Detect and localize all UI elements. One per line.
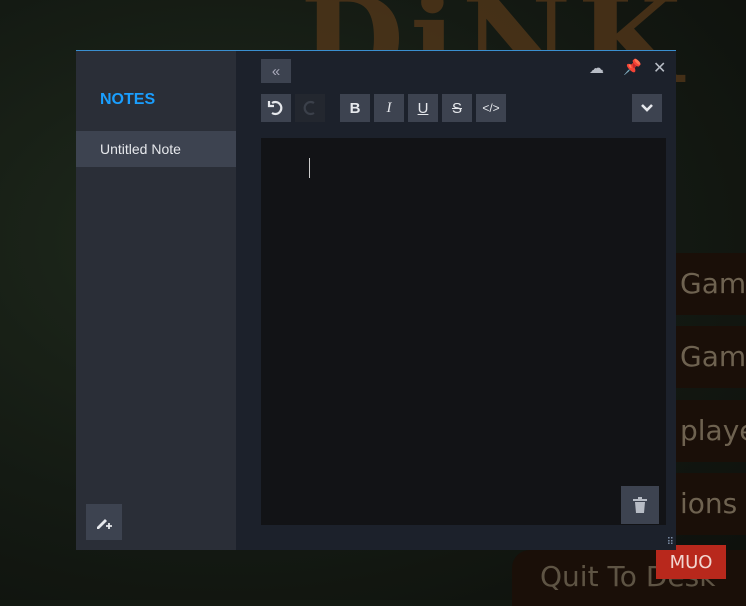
note-list-item[interactable]: Untitled Note bbox=[76, 131, 236, 167]
more-options-button[interactable] bbox=[632, 94, 662, 122]
undo-button[interactable] bbox=[261, 94, 291, 122]
bold-button[interactable]: B bbox=[340, 94, 370, 122]
italic-button[interactable]: I bbox=[374, 94, 404, 122]
delete-note-button[interactable] bbox=[621, 486, 659, 524]
code-button[interactable]: </> bbox=[476, 94, 506, 122]
pencil-plus-icon bbox=[97, 519, 112, 529]
note-editor-area: « ☁ 📌 ✕ B I U S </> ⠿ bbox=[236, 51, 676, 550]
undo-icon bbox=[267, 100, 283, 116]
collapse-sidebar-button[interactable]: « bbox=[261, 59, 291, 83]
notes-sidebar: NOTES Untitled Note bbox=[76, 51, 236, 550]
game-menu-item: Gam bbox=[676, 326, 746, 388]
new-note-button[interactable] bbox=[86, 504, 122, 540]
game-menu-item: Gam bbox=[676, 253, 746, 315]
text-caret bbox=[309, 158, 310, 178]
underline-button[interactable]: U bbox=[408, 94, 438, 122]
chevron-down-icon bbox=[641, 104, 653, 112]
redo-button[interactable] bbox=[295, 94, 325, 122]
close-button[interactable]: ✕ bbox=[653, 58, 666, 78]
muo-watermark: MUO bbox=[656, 545, 726, 579]
trash-icon bbox=[633, 497, 647, 513]
resize-handle[interactable]: ⠿ bbox=[667, 537, 674, 548]
redo-icon bbox=[303, 100, 315, 116]
notes-title: NOTES bbox=[100, 91, 156, 108]
notes-panel: NOTES Untitled Note « ☁ 📌 ✕ B I U S </> … bbox=[76, 50, 676, 550]
cloud-upload-icon[interactable]: ☁ bbox=[589, 59, 604, 77]
game-menu-item: ions bbox=[676, 473, 746, 535]
strikethrough-button[interactable]: S bbox=[442, 94, 472, 122]
pin-icon[interactable]: 📌 bbox=[623, 58, 642, 76]
game-menu-item: playe bbox=[676, 400, 746, 462]
note-text-editor[interactable] bbox=[261, 138, 666, 525]
